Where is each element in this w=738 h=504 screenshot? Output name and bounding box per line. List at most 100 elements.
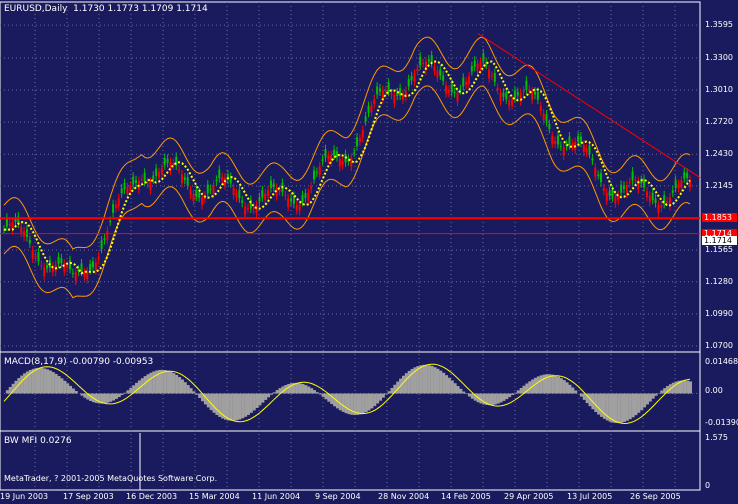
macd-histogram-bar bbox=[172, 373, 176, 394]
macd-histogram-bar bbox=[120, 393, 124, 395]
macd-histogram-bar bbox=[401, 375, 405, 394]
macd-histogram-bar bbox=[442, 372, 446, 394]
candle-body bbox=[298, 204, 301, 211]
candle-body bbox=[206, 184, 209, 194]
candle-body bbox=[71, 272, 74, 274]
macd-histogram-bar bbox=[686, 380, 690, 394]
candle-body bbox=[496, 87, 499, 90]
macd-histogram-bar bbox=[379, 393, 383, 401]
candle-body bbox=[427, 59, 430, 62]
macd-histogram-bar bbox=[324, 393, 328, 400]
candle-body bbox=[264, 193, 267, 200]
macd-histogram-bar bbox=[430, 366, 434, 394]
candle-body bbox=[43, 267, 46, 276]
macd-histogram-bar bbox=[232, 393, 236, 421]
macd-histogram-bar bbox=[169, 371, 173, 394]
macd-histogram-bar bbox=[493, 393, 497, 405]
chart-canvas[interactable] bbox=[0, 0, 738, 504]
macd-histogram-bar bbox=[640, 393, 644, 411]
candle-body bbox=[34, 255, 37, 258]
macd-histogram-bar bbox=[71, 388, 75, 394]
ohlc-values: 1.1730 1.1773 1.1709 1.1714 bbox=[73, 4, 208, 14]
candle-body bbox=[333, 149, 336, 156]
candle-body bbox=[545, 114, 548, 122]
candle-body bbox=[46, 265, 49, 269]
candle-body bbox=[660, 205, 663, 208]
macd-histogram-bar bbox=[571, 387, 575, 394]
candle-body bbox=[310, 186, 313, 189]
price-axis-label: 1.3595 bbox=[705, 20, 733, 30]
macd-histogram-bar bbox=[114, 393, 118, 399]
candle-body bbox=[129, 185, 132, 191]
candle-body bbox=[473, 60, 476, 67]
candle-body bbox=[508, 100, 511, 107]
time-axis-label: 26 Sep 2005 bbox=[630, 492, 681, 501]
candle-body bbox=[74, 271, 77, 281]
candle-body bbox=[318, 166, 321, 176]
candle-body bbox=[384, 90, 387, 92]
macd-histogram-bar bbox=[427, 365, 431, 394]
macd-histogram-bar bbox=[384, 393, 388, 395]
candle-body bbox=[376, 86, 379, 95]
candle-body bbox=[40, 264, 43, 266]
price-axis-label: 1.3010 bbox=[705, 85, 733, 94]
candle-body bbox=[232, 188, 235, 196]
candle-body bbox=[338, 159, 341, 167]
candle-body bbox=[539, 106, 542, 112]
candle-body bbox=[258, 197, 261, 202]
candle-body bbox=[387, 82, 390, 92]
candle-body bbox=[465, 81, 468, 85]
macd-histogram-bar bbox=[255, 393, 259, 408]
candle-body bbox=[548, 124, 551, 129]
candle-body bbox=[160, 168, 163, 175]
macd-histogram-bar bbox=[645, 393, 649, 405]
macd-histogram-bar bbox=[249, 393, 253, 413]
macd-histogram-bar bbox=[192, 391, 196, 394]
candle-body bbox=[666, 201, 669, 203]
candle-body bbox=[505, 92, 508, 100]
candle-body bbox=[579, 136, 582, 143]
macd-histogram-bar bbox=[129, 387, 133, 394]
macd-histogram-bar bbox=[376, 393, 380, 404]
macd-histogram-bar bbox=[511, 393, 515, 395]
macd-histogram-bar bbox=[597, 393, 601, 415]
mfi-axis-bottom: 0 bbox=[705, 481, 711, 490]
mfi-axis-top: 1.575 bbox=[705, 433, 728, 442]
macd-histogram-bar bbox=[614, 393, 618, 424]
candle-body bbox=[324, 149, 327, 158]
macd-histogram-bar bbox=[301, 384, 305, 394]
macd-histogram-bar bbox=[611, 393, 615, 423]
candle-body bbox=[490, 75, 493, 77]
candle-body bbox=[364, 116, 367, 122]
candle-body bbox=[37, 252, 40, 262]
macd-histogram-bar bbox=[594, 393, 598, 412]
macd-histogram-bar bbox=[660, 390, 664, 394]
macd-histogram-bar bbox=[361, 393, 365, 414]
candle-body bbox=[69, 260, 72, 269]
candle-body bbox=[135, 180, 138, 184]
macd-histogram-bar bbox=[48, 370, 52, 394]
price-axis-label: 1.3300 bbox=[705, 52, 733, 62]
macd-histogram-bar bbox=[43, 368, 47, 394]
macd-histogram-bar bbox=[307, 386, 311, 394]
macd-indicator-label: MACD(8,17,9) -0.00790 -0.00953 bbox=[4, 357, 154, 367]
candle-body bbox=[442, 75, 445, 81]
macd-histogram-bar bbox=[5, 390, 9, 394]
candle-body bbox=[356, 137, 359, 147]
macd-histogram-bar bbox=[175, 374, 179, 394]
candle-body bbox=[212, 185, 215, 194]
candle-body bbox=[109, 220, 112, 222]
macd-histogram-bar bbox=[513, 392, 517, 394]
candle-body bbox=[267, 190, 270, 196]
candle-body bbox=[57, 256, 60, 264]
macd-histogram-bar bbox=[57, 376, 61, 394]
candle-body bbox=[238, 190, 241, 199]
candle-body bbox=[450, 83, 453, 93]
price-tag: 1.1714 bbox=[702, 235, 737, 245]
macd-histogram-bar bbox=[46, 369, 50, 394]
macd-histogram-bar bbox=[312, 390, 316, 394]
macd-histogram-bar bbox=[516, 390, 520, 394]
metatrader-chart-window: EURUSD,Daily 1.1730 1.1773 1.1709 1.1714… bbox=[0, 0, 738, 504]
upper-envelope bbox=[3, 36, 691, 250]
macd-histogram-bar bbox=[422, 364, 426, 394]
